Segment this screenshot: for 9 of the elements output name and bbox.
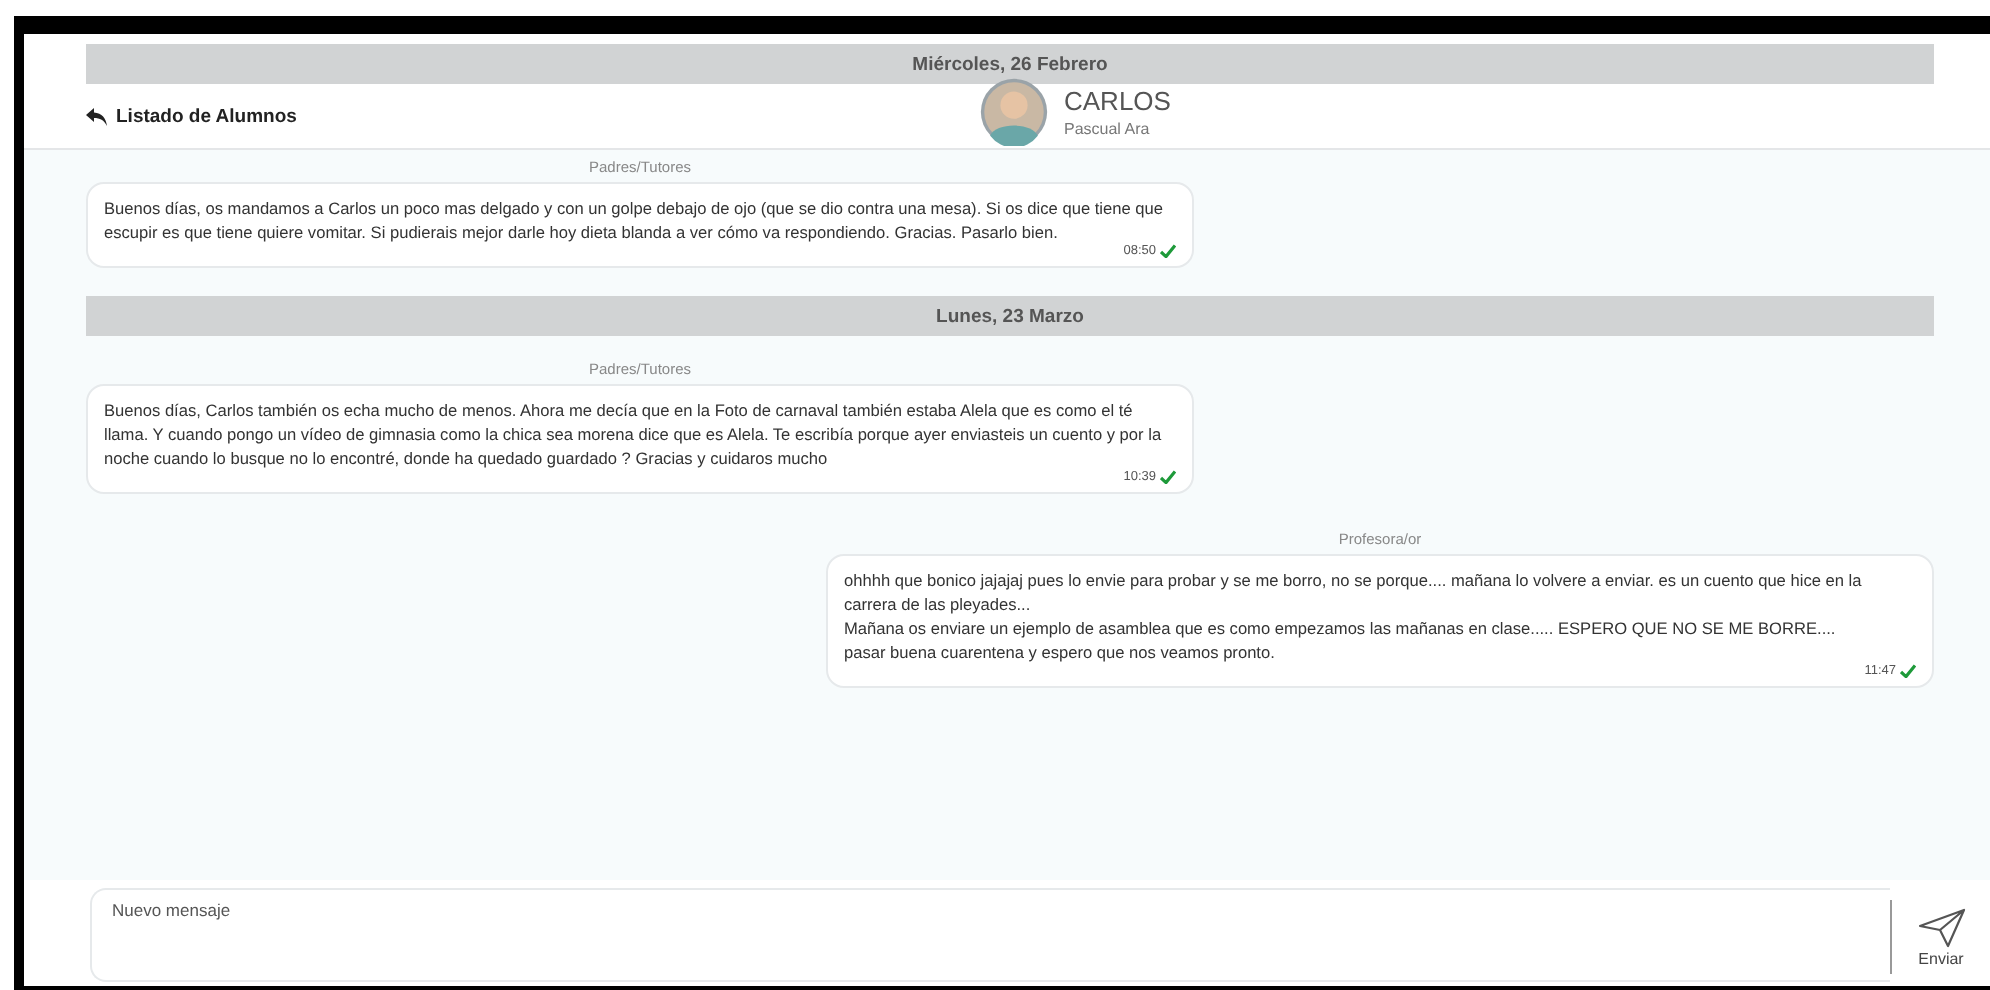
message-text: ohhhh que bonico jajajaj pues lo envie para probar y se me borro, no se porque.... mañana lo volvere a enviar. es un cuento que hice en la carrera de las pleyades... Mañana os enviare un ejemplo de asamblea que es como empezamos las mañanas en clase..... ESPERO QUE NO SE ME BORRE.... pasar buena cuarentena y espero que nos veamos pronto. <box>844 568 1864 664</box>
message-input[interactable]: Nuevo mensaje <box>90 888 1890 982</box>
student-name: CARLOS <box>1064 87 1171 115</box>
back-arrow-icon <box>86 107 108 125</box>
student-surname: Pascual Ara <box>1064 119 1152 137</box>
message-text: Buenos días, Carlos también os echa mucho de menos. Ahora me decía que en la Foto de carnaval también estaba Alela que es como el té llama. Y cuando pongo un vídeo de gimnasia como la chica sea morena dice que es Alela. Te escribía porque ayer enviasteis un cuento y por la noche cuando lo busque no lo encontré, donde ha quedado guardado ? Gracias y cuidaros mucho <box>104 398 1164 470</box>
back-link[interactable]: Listado de Alumnos <box>86 105 297 127</box>
message-text: Buenos días, os mandamos a Carlos un poco mas delgado y con un golpe debajo de ojo (que se dio contra una mesa). Si os dice que tiene que escupir es que tiene quiere vomitar. Si pudierais mejor darle hoy dieta blanda a ver cómo va respondiendo. Gracias. Pasarlo bien. <box>104 196 1165 244</box>
paper-plane-icon <box>1917 907 1965 947</box>
